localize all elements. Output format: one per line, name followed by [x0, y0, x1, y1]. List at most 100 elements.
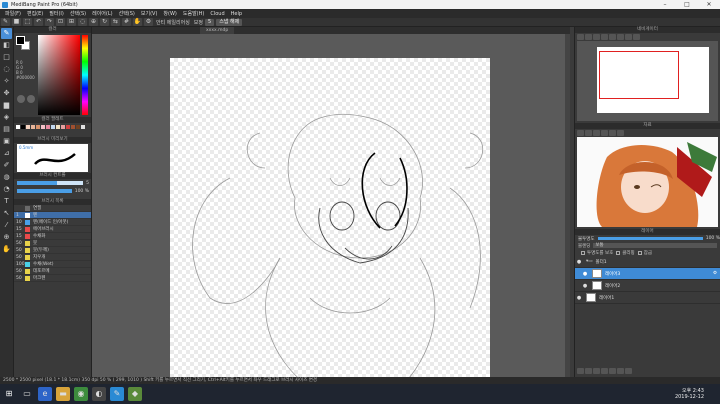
- menu-file[interactable]: 파일(F): [2, 10, 24, 17]
- rotate-right-icon[interactable]: [617, 34, 624, 40]
- foreground-color-swatch[interactable]: [16, 36, 25, 45]
- layer-opacity-slider[interactable]: [597, 237, 703, 240]
- rotate-left-icon[interactable]: [609, 34, 616, 40]
- zoom-icon[interactable]: ⊕: [89, 18, 98, 26]
- palette-swatch[interactable]: [56, 125, 60, 129]
- magic-wand-tool[interactable]: ✧: [1, 76, 12, 87]
- new-layer-icon[interactable]: [577, 368, 584, 374]
- palette-swatch[interactable]: [16, 125, 20, 129]
- menu-select-2[interactable]: 선택(S): [116, 10, 138, 17]
- lasso-icon[interactable]: ◌: [78, 18, 87, 26]
- brush-list-item[interactable]: 연필: [14, 205, 91, 212]
- flip-icon[interactable]: ⇆: [111, 18, 120, 26]
- eyedropper-tool[interactable]: ⁄: [1, 220, 12, 231]
- saturation-value-field[interactable]: [38, 35, 80, 115]
- hue-slider[interactable]: [82, 35, 88, 115]
- gradient-tool[interactable]: ▤: [1, 124, 12, 135]
- hand-icon[interactable]: ✋: [133, 18, 142, 26]
- antialias-label[interactable]: 안티 에일리어싱: [156, 19, 190, 26]
- brush-list-item[interactable]: 1펜: [14, 212, 91, 219]
- palette-swatch[interactable]: [81, 125, 85, 129]
- palette-swatch[interactable]: [76, 125, 80, 129]
- palette-swatch[interactable]: [66, 125, 70, 129]
- system-clock[interactable]: 오후 2:43 2019-12-12: [675, 388, 720, 400]
- task-view-icon[interactable]: ▭: [20, 387, 34, 401]
- brush-list-item[interactable]: 50 붓: [14, 240, 91, 247]
- duplicate-layer-icon[interactable]: [593, 368, 600, 374]
- brush-list-item[interactable]: 50 붓(두께): [14, 247, 91, 254]
- zoom-out-icon[interactable]: [593, 130, 600, 136]
- move-up-icon[interactable]: [609, 368, 616, 374]
- navigator-view[interactable]: [577, 41, 718, 121]
- pen-tool-icon[interactable]: ✎: [1, 18, 10, 26]
- zoom-in-icon[interactable]: [577, 34, 584, 40]
- menu-edit[interactable]: 편집(E): [24, 10, 46, 17]
- clipping-checkbox[interactable]: [616, 250, 621, 255]
- menu-view[interactable]: 보기(V): [138, 10, 161, 17]
- snap-select[interactable]: 스냅 해제: [216, 18, 243, 26]
- app-taskbar-icon[interactable]: ◆: [128, 387, 142, 401]
- fit-icon[interactable]: [593, 34, 600, 40]
- windows-start-icon[interactable]: ⊞: [2, 387, 16, 401]
- steam-taskbar-icon[interactable]: ◐: [92, 387, 106, 401]
- reset-rotation-icon[interactable]: [625, 34, 632, 40]
- layer-item-selected[interactable]: ● 레이어3 ⚙: [575, 268, 720, 280]
- menu-select[interactable]: 선택(S): [67, 10, 89, 17]
- zoom-in-icon[interactable]: [585, 130, 592, 136]
- frame-tool[interactable]: ▣: [1, 136, 12, 147]
- layer-item[interactable]: ● 레이어1: [575, 292, 720, 304]
- brush-list-item[interactable]: 15 에어브러시: [14, 226, 91, 233]
- undo-icon[interactable]: ↶: [34, 18, 43, 26]
- actual-size-icon[interactable]: [601, 34, 608, 40]
- text-tool[interactable]: T: [1, 196, 12, 207]
- palette-swatch[interactable]: [26, 125, 30, 129]
- brush-list-item[interactable]: 10 펜(페이드 인/아웃): [14, 219, 91, 226]
- browser-taskbar-icon[interactable]: e: [38, 387, 52, 401]
- pen-tool[interactable]: ✎: [1, 28, 12, 39]
- flip-horizontal-icon[interactable]: [633, 34, 640, 40]
- document-tab[interactable]: xxxx.mdp: [200, 27, 235, 34]
- deselect-icon[interactable]: ⊡: [56, 18, 65, 26]
- bucket-tool[interactable]: ◈: [1, 112, 12, 123]
- maximize-button[interactable]: □: [676, 0, 698, 9]
- hand-tool[interactable]: ✋: [1, 244, 12, 255]
- grid-icon[interactable]: #: [122, 18, 131, 26]
- chrome-taskbar-icon[interactable]: ◉: [74, 387, 88, 401]
- navigator-viewport-frame[interactable]: [599, 51, 679, 99]
- canvas-paper[interactable]: [170, 58, 490, 377]
- medibang-taskbar-icon[interactable]: ✎: [110, 387, 124, 401]
- rect-select-tool[interactable]: □: [1, 52, 12, 63]
- eraser-tool[interactable]: ◧: [1, 40, 12, 51]
- new-folder-icon[interactable]: [585, 368, 592, 374]
- smudge-tool[interactable]: ◔: [1, 184, 12, 195]
- move-down-icon[interactable]: [617, 368, 624, 374]
- palette-swatch[interactable]: [61, 125, 65, 129]
- gear-icon[interactable]: ⚙: [713, 271, 717, 276]
- visibility-eye-icon[interactable]: ●: [581, 271, 589, 277]
- brush-list-item[interactable]: 50 지우개: [14, 254, 91, 261]
- fit-icon[interactable]: [601, 130, 608, 136]
- palette-swatch[interactable]: [21, 125, 25, 129]
- rotate-icon[interactable]: ↻: [100, 18, 109, 26]
- layer-item[interactable]: ● 레이어2: [575, 280, 720, 292]
- eyedropper-icon[interactable]: [609, 130, 616, 136]
- protect-alpha-checkbox[interactable]: [581, 250, 585, 255]
- open-reference-icon[interactable]: [577, 130, 584, 136]
- correction-select[interactable]: 5: [205, 18, 215, 26]
- close-button[interactable]: ✕: [698, 0, 720, 9]
- fill-tool[interactable]: ▆: [1, 100, 12, 111]
- explorer-taskbar-icon[interactable]: ▬: [56, 387, 70, 401]
- invert-icon[interactable]: ⊞: [67, 18, 76, 26]
- blur-tool[interactable]: ◍: [1, 172, 12, 183]
- palette-swatch[interactable]: [46, 125, 50, 129]
- operation-tool[interactable]: ↖: [1, 208, 12, 219]
- size-slider[interactable]: [17, 181, 84, 185]
- canvas-area[interactable]: [92, 34, 570, 377]
- palette-swatch[interactable]: [31, 125, 35, 129]
- palette-swatch[interactable]: [36, 125, 40, 129]
- delete-layer-icon[interactable]: [625, 368, 632, 374]
- ruler-tool[interactable]: ⊿: [1, 148, 12, 159]
- color-mode-icon[interactable]: [17, 95, 25, 103]
- settings-icon[interactable]: ⚙: [144, 18, 153, 26]
- redo-icon[interactable]: ↷: [45, 18, 54, 26]
